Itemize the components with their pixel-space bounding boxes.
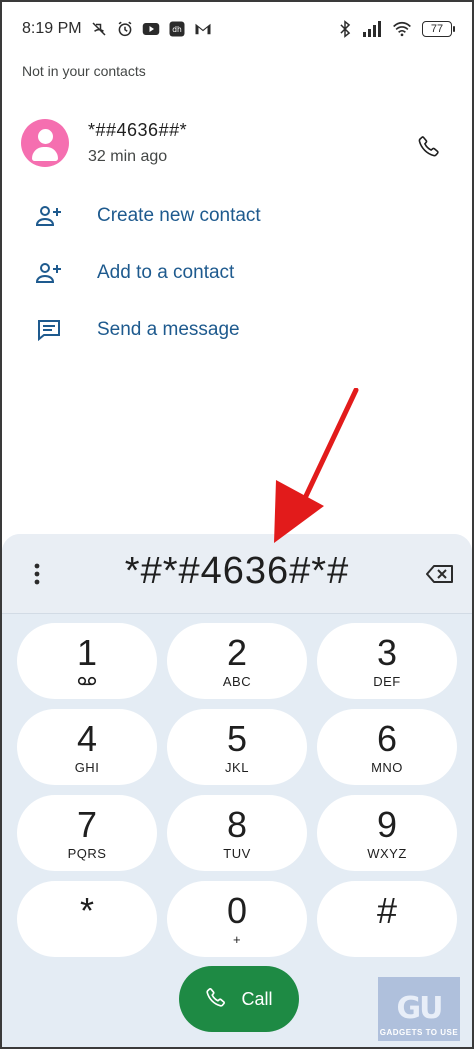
call-number: *##4636##* xyxy=(88,120,188,140)
key-digit: 9 xyxy=(376,803,398,845)
key-digit: 7 xyxy=(76,803,98,845)
key-letters: TUV xyxy=(223,845,251,861)
backspace-icon[interactable] xyxy=(424,561,456,587)
key-8[interactable]: 8 TUV xyxy=(167,795,307,871)
call-label: Call xyxy=(241,988,273,1009)
add-person-icon xyxy=(34,258,64,288)
alarm-icon xyxy=(116,20,134,38)
bluetooth-icon xyxy=(338,20,352,38)
key-digit: 3 xyxy=(376,631,398,673)
key-letters: PQRS xyxy=(67,845,107,861)
key-0[interactable]: 0 + xyxy=(167,881,307,957)
key-digit: # xyxy=(376,889,398,931)
key-1[interactable]: 1 xyxy=(17,623,157,699)
wifi-icon xyxy=(392,21,412,37)
key-digit: * xyxy=(79,889,94,931)
more-options-icon[interactable] xyxy=(22,560,52,588)
key-digit: 8 xyxy=(226,803,248,845)
call-button[interactable]: Call xyxy=(179,966,299,1032)
gmail-icon xyxy=(194,22,212,36)
voicemail-icon xyxy=(77,674,97,689)
app-icon: dh xyxy=(168,20,186,38)
annotation-arrow xyxy=(274,388,359,543)
gadgets-to-use-watermark: GU GADGETS TO USE xyxy=(378,977,460,1041)
send-message-button[interactable]: Send a message xyxy=(0,305,474,355)
key-letters: MNO xyxy=(371,759,403,775)
key-6[interactable]: 6 MNO xyxy=(317,709,457,785)
missed-call-icon xyxy=(90,20,108,38)
key-letters: + xyxy=(232,931,242,947)
status-bar: 8:19 PM dh 77 xyxy=(0,0,474,58)
key-5[interactable]: 5 JKL xyxy=(167,709,307,785)
key-digit: 0 xyxy=(226,889,248,931)
key-letters: DEF xyxy=(373,673,401,689)
key-hash[interactable]: # xyxy=(317,881,457,957)
watermark-text: GADGETS TO USE xyxy=(379,1028,459,1037)
key-digit: 1 xyxy=(76,631,98,673)
key-4[interactable]: 4 GHI xyxy=(17,709,157,785)
add-to-contact-label: Add to a contact xyxy=(97,262,235,283)
signal-icon xyxy=(362,21,382,37)
key-letters: JKL xyxy=(225,759,249,775)
key-3[interactable]: 3 DEF xyxy=(317,623,457,699)
key-2[interactable]: 2 ABC xyxy=(167,623,307,699)
key-9[interactable]: 9 WXYZ xyxy=(317,795,457,871)
digits-bar: *#*#4636#*# xyxy=(2,534,472,614)
key-star[interactable]: * xyxy=(17,881,157,957)
avatar xyxy=(21,119,69,167)
key-letters: ABC xyxy=(222,673,252,689)
not-in-contacts-label: Not in your contacts xyxy=(22,63,146,79)
key-letters: WXYZ xyxy=(367,845,407,861)
message-icon xyxy=(34,315,64,345)
key-7[interactable]: 7 PQRS xyxy=(17,795,157,871)
call-time-ago: 32 min ago xyxy=(88,148,168,165)
create-new-contact-label: Create new contact xyxy=(97,205,261,226)
watermark-logo: GU xyxy=(396,991,444,1026)
phone-icon xyxy=(205,986,227,1013)
send-message-label: Send a message xyxy=(97,319,240,340)
add-to-contact-button[interactable]: Add to a contact xyxy=(0,248,474,298)
phone-call-icon[interactable] xyxy=(412,129,446,163)
svg-text:dh: dh xyxy=(172,25,182,34)
add-person-icon xyxy=(34,201,64,231)
battery-indicator: 77 xyxy=(422,21,455,37)
entered-digits[interactable]: *#*#4636#*# xyxy=(62,550,412,593)
key-digit: 4 xyxy=(76,717,98,759)
create-new-contact-button[interactable]: Create new contact xyxy=(0,191,474,241)
dialpad-panel: *#*#4636#*# 1 2 ABC 3 DEF 4 GHI 5 JKL 6 … xyxy=(2,534,472,1049)
youtube-icon xyxy=(142,22,160,36)
key-letters: GHI xyxy=(74,759,100,775)
key-digit: 2 xyxy=(226,631,248,673)
key-digit: 6 xyxy=(376,717,398,759)
recent-call-row[interactable]: *##4636##* 32 min ago xyxy=(0,112,474,176)
status-time: 8:19 PM xyxy=(22,20,82,37)
key-digit: 5 xyxy=(226,717,248,759)
